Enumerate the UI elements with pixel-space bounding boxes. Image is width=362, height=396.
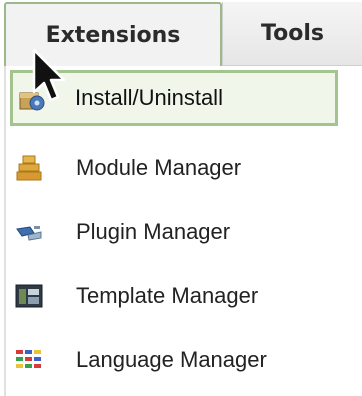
menu-item-install-uninstall[interactable]: Install/Uninstall xyxy=(10,70,338,126)
module-icon xyxy=(16,155,42,181)
extensions-dropdown-menu: Install/Uninstall Module Manager Plugin … xyxy=(4,66,362,396)
menu-item-language-manager[interactable]: Language Manager xyxy=(6,332,340,388)
tab-extensions-label: Extensions xyxy=(45,22,181,48)
tab-extensions[interactable]: Extensions xyxy=(4,2,222,66)
install-icon xyxy=(19,92,45,111)
language-icon xyxy=(16,350,41,368)
menu-bar: Extensions Tools xyxy=(0,0,362,66)
menu-item-label: Install/Uninstall xyxy=(75,85,223,110)
menu-item-label: Plugin Manager xyxy=(76,219,231,244)
menu-item-plugin-manager[interactable]: Plugin Manager xyxy=(6,204,340,260)
plugin-icon xyxy=(16,226,42,241)
template-icon xyxy=(15,284,43,308)
tab-tools[interactable]: Tools xyxy=(222,2,362,66)
menu-item-label: Template Manager xyxy=(76,283,259,308)
menu-item-module-manager[interactable]: Module Manager xyxy=(6,140,340,196)
menu-item-template-manager[interactable]: Template Manager xyxy=(6,268,340,324)
menu-item-label: Module Manager xyxy=(76,155,242,180)
menu-item-label: Language Manager xyxy=(76,347,267,372)
tab-tools-label: Tools xyxy=(261,21,324,46)
